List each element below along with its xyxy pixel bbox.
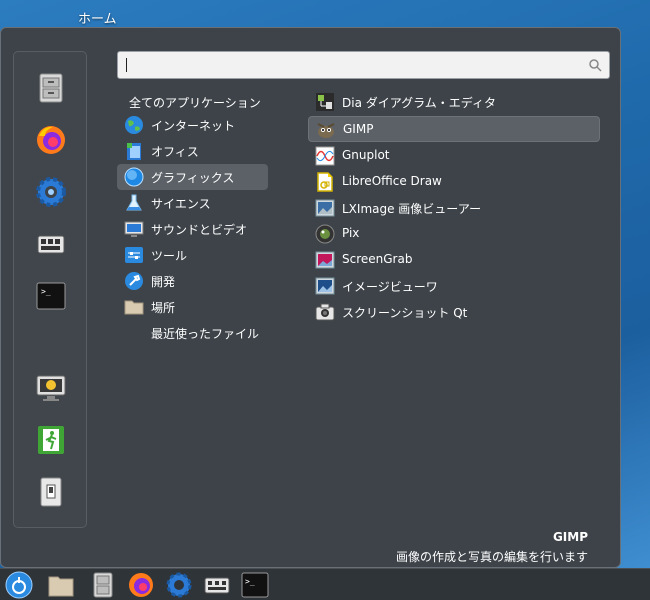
app-gimp[interactable]: GIMP [308,116,600,142]
favorites-panel: >_ [13,51,87,528]
graphics-icon [124,167,144,187]
pix-icon [315,224,335,244]
app-pix[interactable]: Pix [308,221,600,247]
category-label: サイエンス [151,197,211,211]
multimedia-icon [124,221,144,237]
app-label: イメージビューワ [342,280,438,294]
category-recent-files[interactable]: 最近使ったファイル [117,320,268,346]
app-label: Gnuplot [342,148,390,162]
category-development[interactable]: 開発 [117,268,268,294]
category-label: ツール [151,249,188,263]
category-label: 開発 [151,275,176,289]
app-label: Pix [342,226,360,240]
text-cursor [126,58,127,72]
screenshot-icon [315,303,335,321]
app-screengrab[interactable]: ScreenGrab [308,247,600,273]
file-cabinet-icon[interactable] [35,72,67,104]
office-icon [127,143,141,160]
app-description-title: GIMP [552,530,588,544]
app-label: LibreOffice Draw [342,174,442,188]
settings-gear-icon[interactable] [35,176,67,208]
app-label: GIMP [343,122,374,136]
development-icon [125,272,143,290]
dia-icon [316,93,334,111]
category-sound-video[interactable]: サウンドとビデオ [117,216,268,242]
category-label: 場所 [151,301,176,315]
search-box[interactable] [117,51,610,79]
keyboard-settings-icon[interactable] [203,571,231,599]
app-libreoffice-draw[interactable]: LibreOffice Draw [308,169,600,195]
gnuplot-icon [315,146,335,166]
category-internet[interactable]: インターネット [117,112,268,138]
app-label: ScreenGrab [342,252,413,266]
category-science[interactable]: サイエンス [117,190,268,216]
terminal-icon[interactable]: >_ [241,571,269,599]
logout-icon[interactable] [35,424,67,456]
firefox-icon[interactable] [35,124,67,156]
libreoffice-draw-icon [317,172,333,192]
category-places[interactable]: 場所 [117,294,268,320]
category-label: サウンドとビデオ [151,223,248,237]
desktop-home-label[interactable]: ホーム [78,8,117,27]
firefox-icon[interactable] [127,571,155,599]
app-dia[interactable]: Dia ダイアグラム・エディタ [308,89,600,115]
taskbar: >_ [0,568,650,600]
application-menu: >_ 全てのアプリケーション インターネット オフィス グラフィックス サイエン… [0,27,621,568]
settings-gear-icon[interactable] [165,571,193,599]
app-gnuplot[interactable]: Gnuplot [308,143,600,169]
app-screenshot-qt[interactable]: スクリーンショット Qt [308,299,600,325]
screengrab-icon [315,251,335,269]
lock-screen-icon[interactable] [35,372,67,404]
app-description-text: 画像の作成と写真の編集を行います [395,550,588,564]
app-label: Dia ダイアグラム・エディタ [342,96,496,110]
keyboard-settings-icon[interactable] [35,228,67,260]
search-icon [589,59,602,72]
app-image-viewer[interactable]: イメージビューワ [308,273,600,299]
app-lximage[interactable]: LXImage 画像ビューアー [308,195,600,221]
search-input[interactable] [122,55,584,75]
category-tools[interactable]: ツール [117,242,268,268]
category-office[interactable]: オフィス [117,138,268,164]
shutdown-icon[interactable] [35,476,67,508]
folder-icon [124,300,144,315]
category-all-applications[interactable]: 全てのアプリケーション [129,94,261,111]
svg-text:>_: >_ [41,287,51,296]
flask-icon [126,194,142,211]
lximage-icon [315,199,335,217]
terminal-icon[interactable]: >_ [35,280,67,312]
category-label: オフィス [151,145,199,159]
file-manager-icon[interactable] [47,571,75,599]
category-label: 最近使ったファイル [151,327,260,341]
category-label: グラフィックス [151,171,235,185]
image-viewer-icon [315,277,335,295]
category-graphics[interactable]: グラフィックス [117,164,268,190]
app-label: LXImage 画像ビューアー [342,202,482,216]
globe-icon [125,116,143,134]
svg-text:>_: >_ [245,577,255,586]
app-label: スクリーンショット Qt [342,306,468,320]
file-cabinet-icon[interactable] [89,571,117,599]
gimp-icon [317,123,335,138]
category-label: インターネット [151,119,236,133]
tools-icon [125,247,143,263]
start-menu-icon[interactable] [5,571,33,599]
